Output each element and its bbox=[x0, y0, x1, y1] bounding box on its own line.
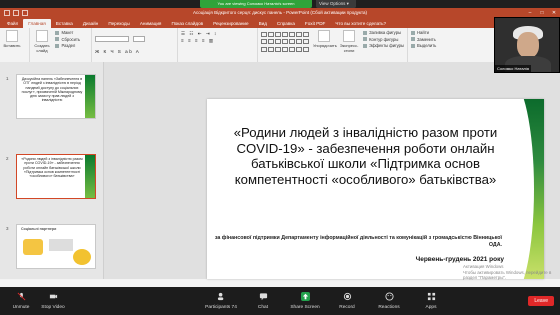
tab-animations[interactable]: Анимация bbox=[135, 19, 167, 28]
toolbar-center: Participants 74 Chat Share Screen Record… bbox=[200, 292, 452, 310]
slide-date[interactable]: Червень-грудень 2021 року bbox=[416, 256, 504, 263]
slide-thumbnails-pane: 1 Дискусійна панель «Забезпечення в ОТГ … bbox=[0, 62, 104, 279]
speaker-video-tile[interactable]: Соломко Наталія bbox=[494, 17, 560, 73]
chat-button[interactable]: Chat bbox=[242, 292, 284, 310]
current-slide[interactable]: «Родини людей з інвалідністю разом проти… bbox=[207, 99, 544, 279]
slide-thumbnail-2[interactable]: «Родини людей з інвалідністю разом проти… bbox=[16, 154, 96, 199]
shapes-gallery[interactable] bbox=[261, 32, 309, 53]
thumbnail-decoration bbox=[85, 75, 95, 118]
slide-title[interactable]: «Родини людей з інвалідністю разом проти… bbox=[227, 125, 504, 187]
slide-number: 1 bbox=[6, 76, 9, 81]
paste-button[interactable]: Вставить bbox=[3, 30, 21, 48]
participants-button[interactable]: Participants 74 bbox=[200, 292, 242, 310]
slide-editor[interactable]: «Родини людей з інвалідністю разом проти… bbox=[104, 62, 560, 279]
thumbnail-decoration bbox=[85, 155, 95, 198]
smiley-icon bbox=[384, 292, 394, 301]
tab-review[interactable]: Рецензирование bbox=[208, 19, 253, 28]
paste-icon bbox=[6, 30, 18, 42]
slide-thumbnail-3[interactable]: Соціальні партнери bbox=[16, 224, 96, 269]
section-button[interactable]: Раздел bbox=[55, 43, 80, 50]
slide-number: 3 bbox=[6, 226, 9, 231]
thumbnail-text: Соціальні партнери bbox=[21, 227, 57, 231]
ribbon-tabs: Файл Главная Вставка Дизайн Переходы Ани… bbox=[0, 18, 560, 28]
new-slide-button[interactable]: Создать слайд bbox=[33, 30, 51, 53]
tab-design[interactable]: Дизайн bbox=[78, 19, 103, 28]
tab-foxit[interactable]: Foxit PDF bbox=[300, 19, 330, 28]
shape-effects-button[interactable]: Эффекты фигуры bbox=[363, 43, 404, 50]
title-bar: Асоціація Відкритого серця: дискус панел… bbox=[0, 8, 560, 18]
leave-button[interactable]: Leave bbox=[528, 296, 554, 306]
share-screen-button[interactable]: Share Screen bbox=[284, 292, 326, 310]
partner-logo bbox=[73, 249, 91, 265]
slide-decoration bbox=[486, 99, 544, 279]
tell-me-search[interactable]: Что вы хотите сделать? bbox=[330, 19, 391, 28]
arrange-button[interactable]: Упорядочить bbox=[313, 30, 337, 53]
slide-subtitle[interactable]: за фінансової підтримки Департаменту інф… bbox=[213, 235, 502, 248]
arrange-icon bbox=[318, 30, 330, 42]
view-options-button[interactable]: View Options ▾ bbox=[316, 0, 356, 8]
slide-number: 2 bbox=[6, 156, 9, 161]
new-slide-icon bbox=[36, 30, 48, 42]
list-buttons[interactable]: ☰ ☷ ⇤ ⇥ ↕ bbox=[181, 30, 254, 37]
window-title: Асоціація Відкритого серця: дискус панел… bbox=[192, 10, 368, 15]
thumbnail-text: Дискусійна панель «Забезпечення в ОТГ лю… bbox=[21, 77, 83, 103]
video-person-face bbox=[517, 32, 539, 58]
tab-view[interactable]: Вид bbox=[254, 19, 272, 28]
screen: You are viewing Соломко Наталія's screen… bbox=[0, 0, 560, 315]
zoom-top-banner: You are viewing Соломко Наталія's screen… bbox=[0, 0, 560, 8]
slide-thumbnail-1[interactable]: Дискусійна панель «Забезпечення в ОТГ лю… bbox=[16, 74, 96, 119]
apps-icon bbox=[427, 292, 435, 301]
record-icon bbox=[343, 292, 351, 301]
stop-video-button[interactable]: Stop Video bbox=[32, 292, 74, 310]
font-size-select[interactable] bbox=[133, 35, 146, 42]
partner-logo bbox=[23, 239, 43, 255]
chat-icon bbox=[259, 293, 267, 301]
participants-icon bbox=[217, 292, 223, 301]
quick-styles-button[interactable]: Экспресс-стили bbox=[339, 30, 359, 53]
align-buttons[interactable]: ≡ ≡ ≡ ≡ ▥ bbox=[181, 37, 254, 44]
record-button[interactable]: Record bbox=[326, 292, 368, 310]
activation-watermark: Активация Windows Чтобы активировать Win… bbox=[463, 264, 552, 280]
quick-styles-icon bbox=[343, 30, 356, 42]
microphone-muted-icon bbox=[17, 292, 25, 301]
tab-transitions[interactable]: Переходы bbox=[103, 19, 135, 28]
font-format-buttons[interactable]: Ж К Ч S ab A bbox=[95, 48, 174, 55]
reactions-button[interactable]: Reactions bbox=[368, 292, 410, 310]
font-family-select[interactable] bbox=[95, 35, 129, 42]
tab-slideshow[interactable]: Показ слайдов bbox=[166, 19, 208, 28]
tab-insert[interactable]: Вставка bbox=[51, 19, 78, 28]
partner-logo bbox=[49, 239, 73, 251]
tab-home[interactable]: Главная bbox=[23, 19, 51, 28]
select-button[interactable]: Выделить bbox=[411, 43, 467, 50]
zoom-toolbar: Unmute Stop Video Participants 74 Chat S… bbox=[0, 287, 560, 315]
thumbnail-text: «Родини людей з інвалідністю разом проти… bbox=[21, 157, 83, 179]
camera-icon bbox=[49, 294, 57, 299]
participant-name: Соломко Наталія bbox=[495, 65, 531, 72]
screen-share-indicator: You are viewing Соломко Наталія's screen bbox=[200, 0, 312, 8]
participants-count: 74 bbox=[231, 305, 237, 310]
apps-button[interactable]: Apps bbox=[410, 292, 452, 310]
share-screen-icon bbox=[300, 292, 310, 301]
tab-help[interactable]: Справка bbox=[272, 19, 300, 28]
tab-file[interactable]: Файл bbox=[2, 19, 23, 28]
workspace: 1 Дискусійна панель «Забезпечення в ОТГ … bbox=[0, 62, 560, 279]
